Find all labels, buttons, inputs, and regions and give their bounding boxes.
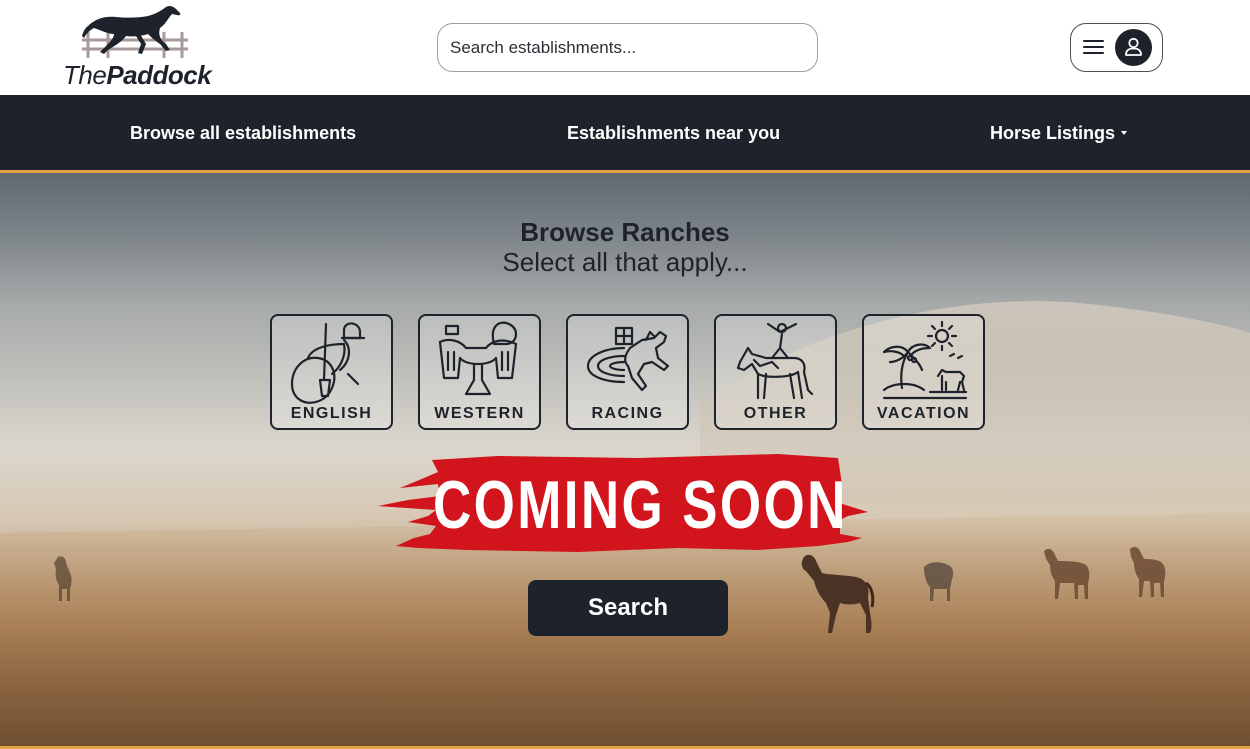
caret-down-icon: [1121, 131, 1128, 135]
category-label: WESTERN: [434, 405, 525, 422]
vaulting-horse-icon: [736, 322, 814, 400]
racing-horse-icon: [586, 326, 670, 392]
logo-wordmark: ThePaddock: [63, 60, 212, 90]
beach-horse-icon: [882, 320, 968, 400]
hamburger-menu-icon: [1083, 38, 1105, 56]
horse-silhouette: [924, 562, 954, 601]
avatar: [1115, 29, 1152, 66]
category-vacation[interactable]: VACATION: [862, 314, 985, 430]
horse-silhouette: [54, 556, 72, 601]
page-title: Browse Ranches: [520, 217, 730, 247]
search-input[interactable]: [437, 23, 818, 72]
category-english[interactable]: ENGLISH: [270, 314, 393, 430]
category-label: ENGLISH: [290, 405, 373, 422]
search-button[interactable]: Search: [528, 580, 728, 636]
horse-silhouette: [1044, 548, 1090, 599]
category-western[interactable]: WESTERN: [418, 314, 541, 430]
category-racing[interactable]: RACING: [566, 314, 689, 430]
coming-soon-text: COMING SOON: [433, 467, 848, 543]
nav-browse-all[interactable]: Browse all establishments: [130, 95, 356, 170]
english-saddle-icon: [290, 322, 366, 404]
logo[interactable]: ThePaddock: [62, 4, 217, 90]
nav-horse-listings-label: Horse Listings: [990, 123, 1116, 143]
page-subtitle: Select all that apply...: [502, 247, 748, 277]
category-other[interactable]: OTHER: [714, 314, 837, 430]
category-label: RACING: [591, 405, 664, 422]
category-label: VACATION: [876, 405, 971, 422]
main-nav: Browse all establishments Establishments…: [0, 95, 1250, 173]
user-icon: [1125, 37, 1142, 56]
user-menu-button[interactable]: [1070, 23, 1163, 72]
coming-soon-banner: COMING SOON: [378, 454, 868, 554]
horse-logo-icon: [82, 5, 188, 58]
nav-horse-listings[interactable]: Horse Listings: [990, 95, 1128, 170]
category-label: OTHER: [743, 405, 808, 422]
site-header: ThePaddock: [0, 0, 1250, 95]
horse-silhouette: [801, 554, 875, 633]
nav-near-you[interactable]: Establishments near you: [567, 95, 780, 170]
horse-silhouette: [1130, 546, 1166, 597]
western-saddle-icon: [438, 321, 518, 396]
hero-section: Browse Ranches Select all that apply... …: [0, 173, 1250, 749]
